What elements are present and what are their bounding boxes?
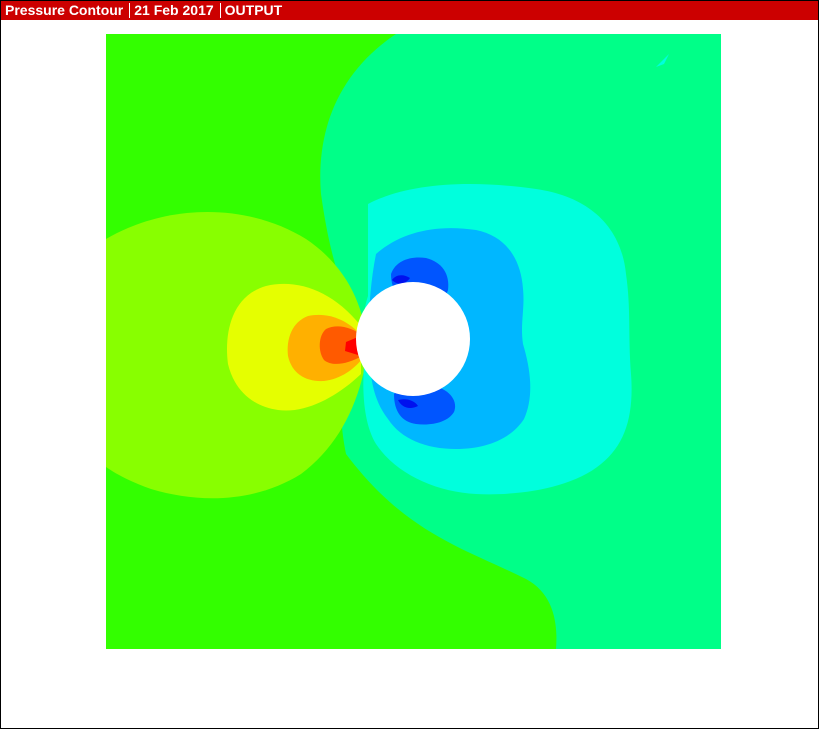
title-bar: Pressure Contour 21 Feb 2017 OUTPUT <box>1 1 818 20</box>
pressure-contour-plot <box>106 34 721 649</box>
output-mode-label: OUTPUT <box>224 2 283 18</box>
output-window: Pressure Contour 21 Feb 2017 OUTPUT <box>0 0 819 729</box>
cylinder-obstacle <box>356 282 470 396</box>
plot-title: Pressure Contour <box>5 2 124 18</box>
plot-date: 21 Feb 2017 <box>134 2 214 18</box>
